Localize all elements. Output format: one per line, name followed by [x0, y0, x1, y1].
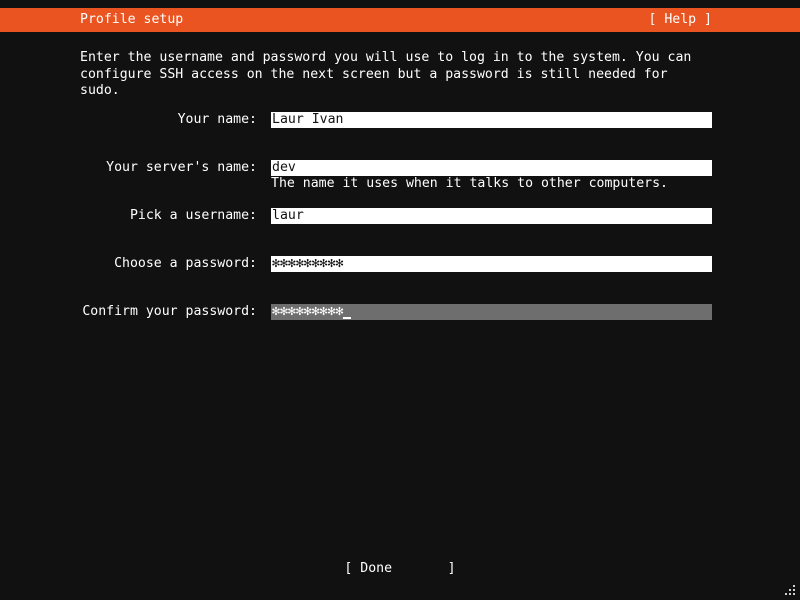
description-text: Enter the username and password you will…: [80, 50, 712, 100]
page-title: Profile setup: [80, 8, 183, 32]
input-confirm-password[interactable]: ✻✻✻✻✻✻✻✻✻: [271, 304, 712, 320]
resize-grip-icon[interactable]: [783, 583, 797, 597]
label-username: Pick a username:: [0, 208, 257, 224]
input-server-name[interactable]: dev: [271, 160, 712, 176]
text-cursor: [343, 306, 351, 320]
label-server-name: Your server's name:: [0, 160, 257, 176]
profile-form: Your name: Laur Ivan Your server's name:…: [0, 112, 800, 320]
spacer: [0, 128, 800, 160]
header-bar: Profile setup [ Help ]: [0, 8, 800, 32]
field-row-server-name-help: The name it uses when it talks to other …: [0, 176, 800, 192]
field-row-confirm-password: Confirm your password: ✻✻✻✻✻✻✻✻✻: [0, 304, 800, 320]
spacer: [0, 272, 800, 304]
label-confirm-password: Confirm your password:: [0, 304, 257, 320]
field-row-your-name: Your name: Laur Ivan: [0, 112, 800, 128]
input-your-name[interactable]: Laur Ivan: [271, 112, 712, 128]
spacer: [0, 224, 800, 256]
input-password[interactable]: ✻✻✻✻✻✻✻✻✻: [271, 256, 712, 272]
field-row-server-name: Your server's name: dev: [0, 160, 800, 176]
label-password: Choose a password:: [0, 256, 257, 272]
installer-screen: Profile setup [ Help ] Enter the usernam…: [0, 0, 800, 600]
input-username[interactable]: laur: [271, 208, 712, 224]
help-server-name: The name it uses when it talks to other …: [271, 176, 668, 192]
footer-actions: [ Done ]: [0, 561, 800, 577]
field-row-password: Choose a password: ✻✻✻✻✻✻✻✻✻: [0, 256, 800, 272]
help-button[interactable]: [ Help ]: [648, 8, 712, 32]
field-row-username: Pick a username: laur: [0, 208, 800, 224]
input-confirm-password-value: ✻✻✻✻✻✻✻✻✻: [272, 304, 343, 319]
done-button[interactable]: [ Done ]: [344, 561, 455, 577]
label-your-name: Your name:: [0, 112, 257, 128]
spacer: [0, 192, 800, 208]
